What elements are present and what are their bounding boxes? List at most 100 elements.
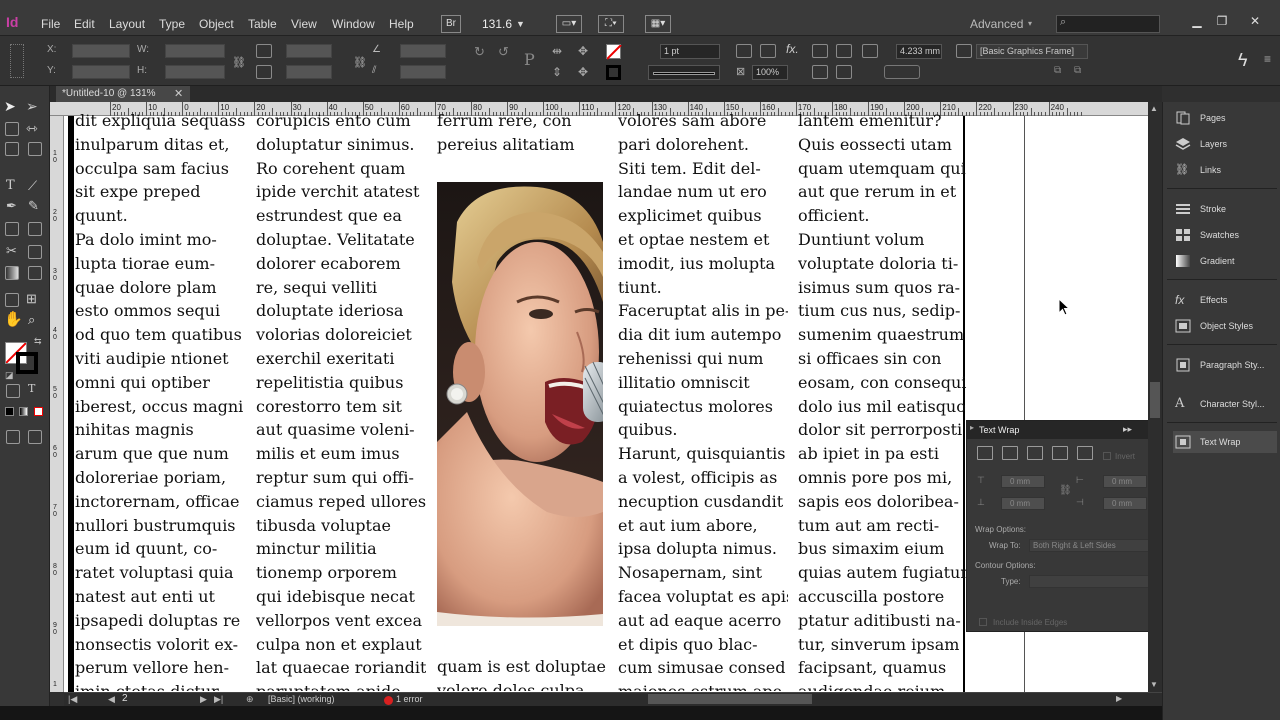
previous-page-icon[interactable]: ◀	[108, 694, 115, 705]
vertical-ruler[interactable]: 1020304050607080901	[50, 116, 64, 692]
hand-tool-icon[interactable]: ✋	[4, 310, 23, 328]
normal-view-icon[interactable]	[6, 430, 20, 444]
scroll-right-icon[interactable]: ▶	[1116, 694, 1122, 703]
zoom-tool-icon[interactable]: ⌕	[28, 312, 35, 328]
singer-photo[interactable]	[437, 182, 603, 626]
x-field[interactable]	[72, 44, 130, 58]
scissors-tool-icon[interactable]: ✂	[6, 243, 17, 259]
dock-gradient[interactable]: Gradient	[1173, 250, 1277, 272]
dock-paragraph-styles[interactable]: Paragraph Sty...	[1173, 354, 1277, 376]
constrain-proportions-icon[interactable]: ⛓	[232, 56, 246, 69]
width-field[interactable]	[165, 44, 225, 58]
help-search-input[interactable]	[1056, 15, 1160, 33]
zoom-level[interactable]: 131.6	[482, 17, 512, 31]
scroll-up-icon[interactable]: ▲	[1150, 104, 1158, 113]
right-offset-field[interactable]: 0 mm	[1103, 497, 1147, 510]
left-offset-field[interactable]: 0 mm	[1103, 475, 1147, 488]
dock-character-styles[interactable]: A Character Styl...	[1173, 393, 1277, 415]
gap-field[interactable]: 4.233 mm	[896, 44, 942, 59]
apply-none-icon[interactable]	[34, 407, 43, 416]
stroke-color-swatch[interactable]	[16, 352, 38, 374]
opacity-field[interactable]: 100%	[752, 65, 788, 80]
stroke-weight-field[interactable]: 1 pt	[660, 44, 720, 59]
menu-file[interactable]: File	[41, 17, 60, 31]
screen-mode-icon[interactable]: ⛶▾	[598, 15, 624, 33]
fill-frame-icon[interactable]	[836, 65, 852, 79]
panel-menu-icon[interactable]: ≡	[1264, 52, 1271, 66]
line-tool-icon[interactable]: ⟋	[28, 178, 37, 194]
menu-object[interactable]: Object	[199, 17, 234, 31]
screen-mode-tool-icon[interactable]	[28, 430, 42, 444]
gap-tool-icon[interactable]: ⇿	[26, 120, 38, 137]
workspace-switcher[interactable]: Advanced	[970, 17, 1023, 31]
panel-grip-icon[interactable]: ▸	[970, 423, 974, 432]
text-column-3-bottom[interactable]: quam is est doluptae volore doles culpa	[437, 655, 607, 691]
dock-swatches[interactable]: Swatches	[1173, 224, 1277, 246]
path-type-icon[interactable]: P	[524, 50, 535, 69]
swap-colors-icon[interactable]: ⇆	[34, 336, 42, 347]
fx-icon[interactable]: fx.	[786, 42, 799, 56]
page-number-field[interactable]: 2	[122, 693, 128, 704]
rectangle-tool-icon[interactable]	[28, 222, 42, 236]
collapse-panel-icon[interactable]: ▸▸	[1123, 424, 1132, 435]
corner-options-icon[interactable]	[736, 44, 752, 58]
selection-tool-icon[interactable]: ➤	[4, 98, 16, 115]
contour-type-dropdown[interactable]	[1029, 575, 1153, 588]
preflight-errors[interactable]: 1 error	[396, 694, 423, 704]
top-offset-field[interactable]: 0 mm	[1001, 475, 1045, 488]
wrap-around-bounding-box-button[interactable]	[1002, 446, 1018, 460]
drop-shadow-icon[interactable]	[760, 44, 776, 58]
gradient-feather-tool-icon[interactable]	[28, 266, 42, 280]
menu-table[interactable]: Table	[248, 17, 277, 31]
last-page-icon[interactable]: ▶|	[214, 694, 223, 705]
center-content-icon[interactable]	[812, 65, 828, 79]
stroke-swatch[interactable]	[606, 65, 621, 80]
quick-apply-icon[interactable]: ϟ	[1238, 50, 1248, 71]
jump-object-button[interactable]	[1052, 446, 1068, 460]
clear-overrides-icon[interactable]: ⧉	[1054, 65, 1061, 76]
text-column-4[interactable]: volores sam abore pari dolorehent. Siti te…	[618, 109, 788, 691]
rotate-ccw-icon[interactable]: ↺	[498, 44, 509, 60]
menu-edit[interactable]: Edit	[74, 17, 95, 31]
free-transform-tool-icon[interactable]	[28, 245, 42, 259]
view-options-icon[interactable]: ▭▾	[556, 15, 582, 33]
flip-vertical-icon[interactable]: ⇕	[552, 65, 562, 79]
text-column-5[interactable]: lantem emenitur? Quis eossecti utam quam u…	[798, 109, 968, 691]
first-page-icon[interactable]: |◀	[68, 694, 77, 705]
text-column-3-top[interactable]: ferrum rere, con pereius alitatiam	[437, 109, 607, 165]
formatting-container-icon[interactable]	[6, 384, 20, 398]
reference-point-icon[interactable]	[10, 44, 24, 78]
make-all-settings-same-icon[interactable]: ⛓	[1059, 485, 1072, 496]
dock-layers[interactable]: Layers	[1173, 133, 1277, 155]
dock-stroke[interactable]: Stroke	[1173, 198, 1277, 220]
apply-gradient-icon[interactable]	[19, 407, 28, 416]
bottom-offset-field[interactable]: 0 mm	[1001, 497, 1045, 510]
jump-to-next-column-button[interactable]	[1077, 446, 1093, 460]
zoom-chevron-icon[interactable]: ▼	[516, 19, 525, 29]
eyedropper-tool-icon[interactable]: ⊞	[26, 291, 37, 307]
dock-text-wrap[interactable]: Text Wrap	[1173, 431, 1277, 453]
y-field[interactable]	[72, 65, 130, 79]
scroll-down-icon[interactable]: ▼	[1150, 680, 1158, 689]
dock-pages[interactable]: Pages	[1173, 107, 1277, 129]
menu-layout[interactable]: Layout	[109, 17, 145, 31]
horizontal-scroll-thumb[interactable]	[648, 694, 812, 704]
pencil-tool-icon[interactable]: ✎	[28, 198, 39, 214]
flip-horizontal-icon[interactable]: ⇹	[552, 44, 562, 58]
default-colors-icon[interactable]: ◪	[5, 370, 14, 381]
dock-effects[interactable]: fx Effects	[1173, 289, 1277, 311]
text-frame-options-icon[interactable]	[884, 65, 920, 79]
invert-checkbox[interactable]	[1103, 452, 1111, 460]
close-tab-icon[interactable]: ✕	[174, 86, 183, 102]
preflight-profile[interactable]: [Basic] (working)	[268, 694, 335, 704]
menu-window[interactable]: Window	[332, 17, 375, 31]
menu-help[interactable]: Help	[389, 17, 414, 31]
height-field[interactable]	[165, 65, 225, 79]
document-tab[interactable]: *Untitled-10 @ 131%	[56, 86, 190, 102]
type-tool-icon[interactable]: T	[6, 178, 15, 193]
select-container-icon[interactable]: ✥	[578, 44, 588, 58]
select-content-icon[interactable]: ✥	[578, 65, 588, 79]
bridge-button[interactable]: Br	[441, 15, 461, 33]
fill-swatch[interactable]	[606, 44, 622, 60]
no-text-wrap-button[interactable]	[977, 446, 993, 460]
